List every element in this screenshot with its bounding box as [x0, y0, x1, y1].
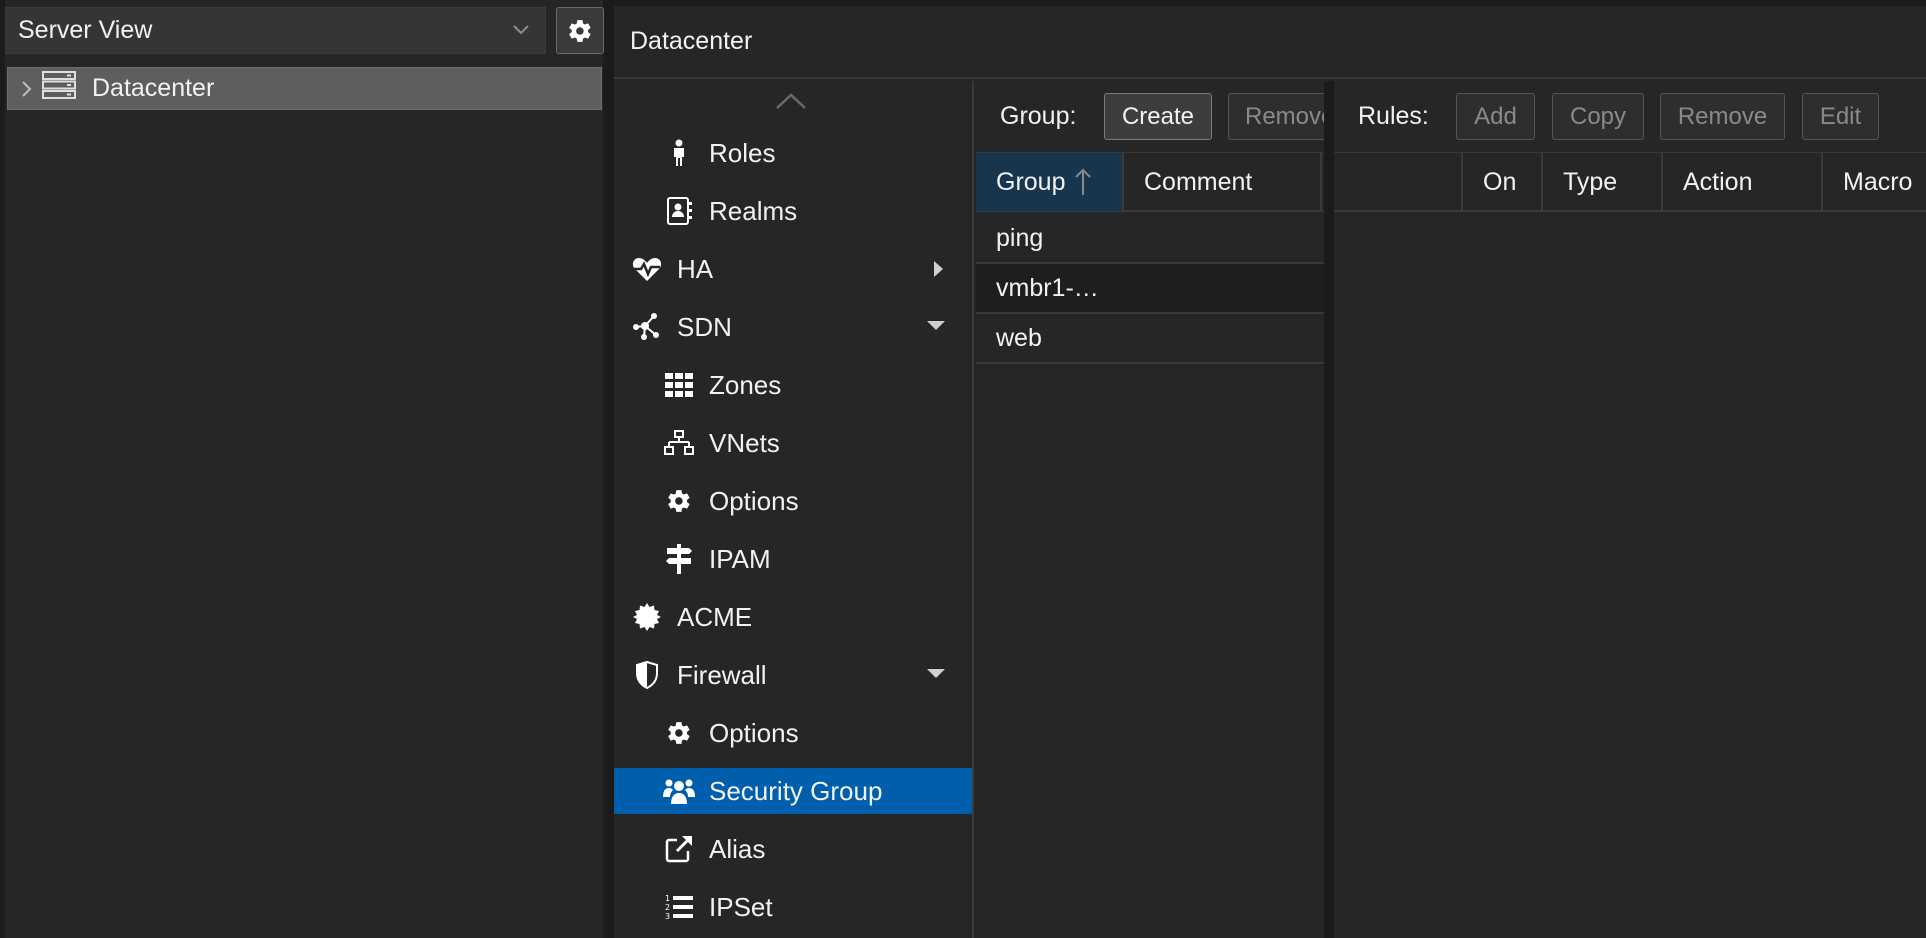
rules-grid-header: On Type Action Macro: [1334, 152, 1926, 212]
create-group-button[interactable]: Create: [1104, 93, 1212, 140]
nav-item-firewall-options[interactable]: Options: [614, 710, 972, 756]
nav-item-acme[interactable]: ACME: [614, 594, 972, 640]
nav-item-label: Options: [709, 485, 799, 516]
nav-item-label: IPSet: [709, 891, 773, 922]
column-header-comment[interactable]: Comment: [1124, 153, 1322, 211]
users-icon: [663, 775, 695, 807]
column-header-type[interactable]: Type: [1543, 153, 1663, 211]
column-header-macro[interactable]: Macro: [1823, 153, 1926, 211]
column-header-drag[interactable]: [1334, 153, 1463, 211]
nav-item-label: IPAM: [709, 543, 771, 574]
chevron-right-icon[interactable]: [12, 79, 42, 99]
tree-settings-button[interactable]: [556, 7, 604, 54]
network-icon: [663, 427, 695, 459]
view-selector-value: Server View: [18, 16, 153, 44]
grid-icon: [663, 369, 695, 401]
security-group-panel: Group: Create Remove Group Comment ping …: [976, 81, 1324, 938]
nav-item-firewall[interactable]: Firewall: [614, 652, 972, 698]
nav-item-ipam[interactable]: IPAM: [614, 536, 972, 582]
numbered-list-icon: 123: [663, 891, 695, 923]
panel-title: Datacenter: [614, 6, 1926, 79]
resource-tree-background: [5, 0, 603, 938]
nav-item-ha[interactable]: HA: [614, 246, 972, 292]
nav-item-ipset[interactable]: 123 IPSet: [614, 884, 972, 930]
tree-node-datacenter[interactable]: Datacenter: [7, 67, 602, 110]
scroll-up-icon[interactable]: [774, 91, 808, 111]
nav-item-sdn-options[interactable]: Options: [614, 478, 972, 524]
caret-down-icon[interactable]: [926, 665, 946, 681]
nav-item-label: SDN: [677, 311, 732, 342]
gear-icon: [663, 717, 695, 749]
address-book-icon: [663, 195, 695, 227]
rules-toolbar-label: Rules:: [1358, 102, 1429, 130]
table-row[interactable]: web: [976, 314, 1324, 364]
column-header-action[interactable]: Action: [1663, 153, 1823, 211]
group-toolbar-label: Group:: [1000, 102, 1077, 130]
nav-item-label: Firewall: [677, 659, 767, 690]
nav-item-sdn[interactable]: SDN: [614, 304, 972, 350]
svg-text:2: 2: [665, 903, 670, 912]
panel-splitter[interactable]: [1324, 81, 1334, 938]
tree-node-label: Datacenter: [92, 74, 215, 102]
nav-item-alias[interactable]: Alias: [614, 826, 972, 872]
signpost-icon: [663, 543, 695, 575]
nav-item-label: Roles: [709, 137, 776, 168]
sort-ascending-icon: [1075, 168, 1092, 195]
table-row[interactable]: ping: [976, 214, 1324, 264]
nav-item-label: Realms: [709, 195, 798, 226]
group-name-cell: ping: [996, 223, 1044, 252]
table-row[interactable]: vmbr1-…: [976, 264, 1324, 314]
group-name-cell: vmbr1-…: [996, 273, 1099, 302]
nav-item-label: Security Group: [709, 775, 883, 806]
datacenter-nav-menu: Roles Realms HA SDN Zones VNets Options …: [614, 81, 974, 938]
nav-item-label: Options: [709, 717, 799, 748]
svg-text:3: 3: [665, 912, 670, 921]
column-header-group[interactable]: Group: [976, 153, 1124, 211]
external-link-icon: [663, 833, 695, 865]
caret-right-icon[interactable]: [930, 259, 946, 279]
caret-down-icon[interactable]: [926, 317, 946, 333]
gear-icon: [569, 19, 591, 42]
add-rule-button[interactable]: Add: [1456, 93, 1535, 140]
nav-item-security-group[interactable]: Security Group: [614, 768, 972, 814]
nav-item-label: HA: [677, 253, 714, 284]
nav-item-label: ACME: [677, 601, 753, 632]
chevron-down-icon: [513, 25, 529, 35]
nav-item-label: Zones: [709, 369, 782, 400]
edit-rule-button[interactable]: Edit: [1802, 93, 1879, 140]
remove-group-button[interactable]: Remove: [1228, 93, 1324, 140]
heartbeat-icon: [631, 253, 663, 285]
nav-item-realms[interactable]: Realms: [614, 188, 972, 234]
column-header-on[interactable]: On: [1463, 153, 1543, 211]
nav-item-roles[interactable]: Roles: [614, 130, 972, 176]
copy-rule-button[interactable]: Copy: [1552, 93, 1644, 140]
sdn-icon: [631, 311, 663, 343]
group-name-cell: web: [996, 323, 1042, 352]
remove-rule-button[interactable]: Remove: [1660, 93, 1785, 140]
svg-text:1: 1: [665, 894, 670, 903]
view-selector[interactable]: Server View: [5, 7, 546, 54]
nav-item-label: VNets: [709, 427, 780, 458]
panel-title-text: Datacenter: [630, 27, 753, 55]
group-grid-header: Group Comment: [976, 152, 1324, 212]
person-icon: [663, 137, 695, 169]
server-rack-icon: [42, 71, 78, 106]
nav-item-zones[interactable]: Zones: [614, 362, 972, 408]
nav-item-vnets[interactable]: VNets: [614, 420, 972, 466]
rules-panel: Rules: Add Copy Remove Edit On Type Acti…: [1334, 81, 1926, 938]
gear-icon: [663, 485, 695, 517]
certificate-icon: [631, 601, 663, 633]
shield-icon: [631, 659, 663, 691]
nav-item-label: Alias: [709, 833, 766, 864]
